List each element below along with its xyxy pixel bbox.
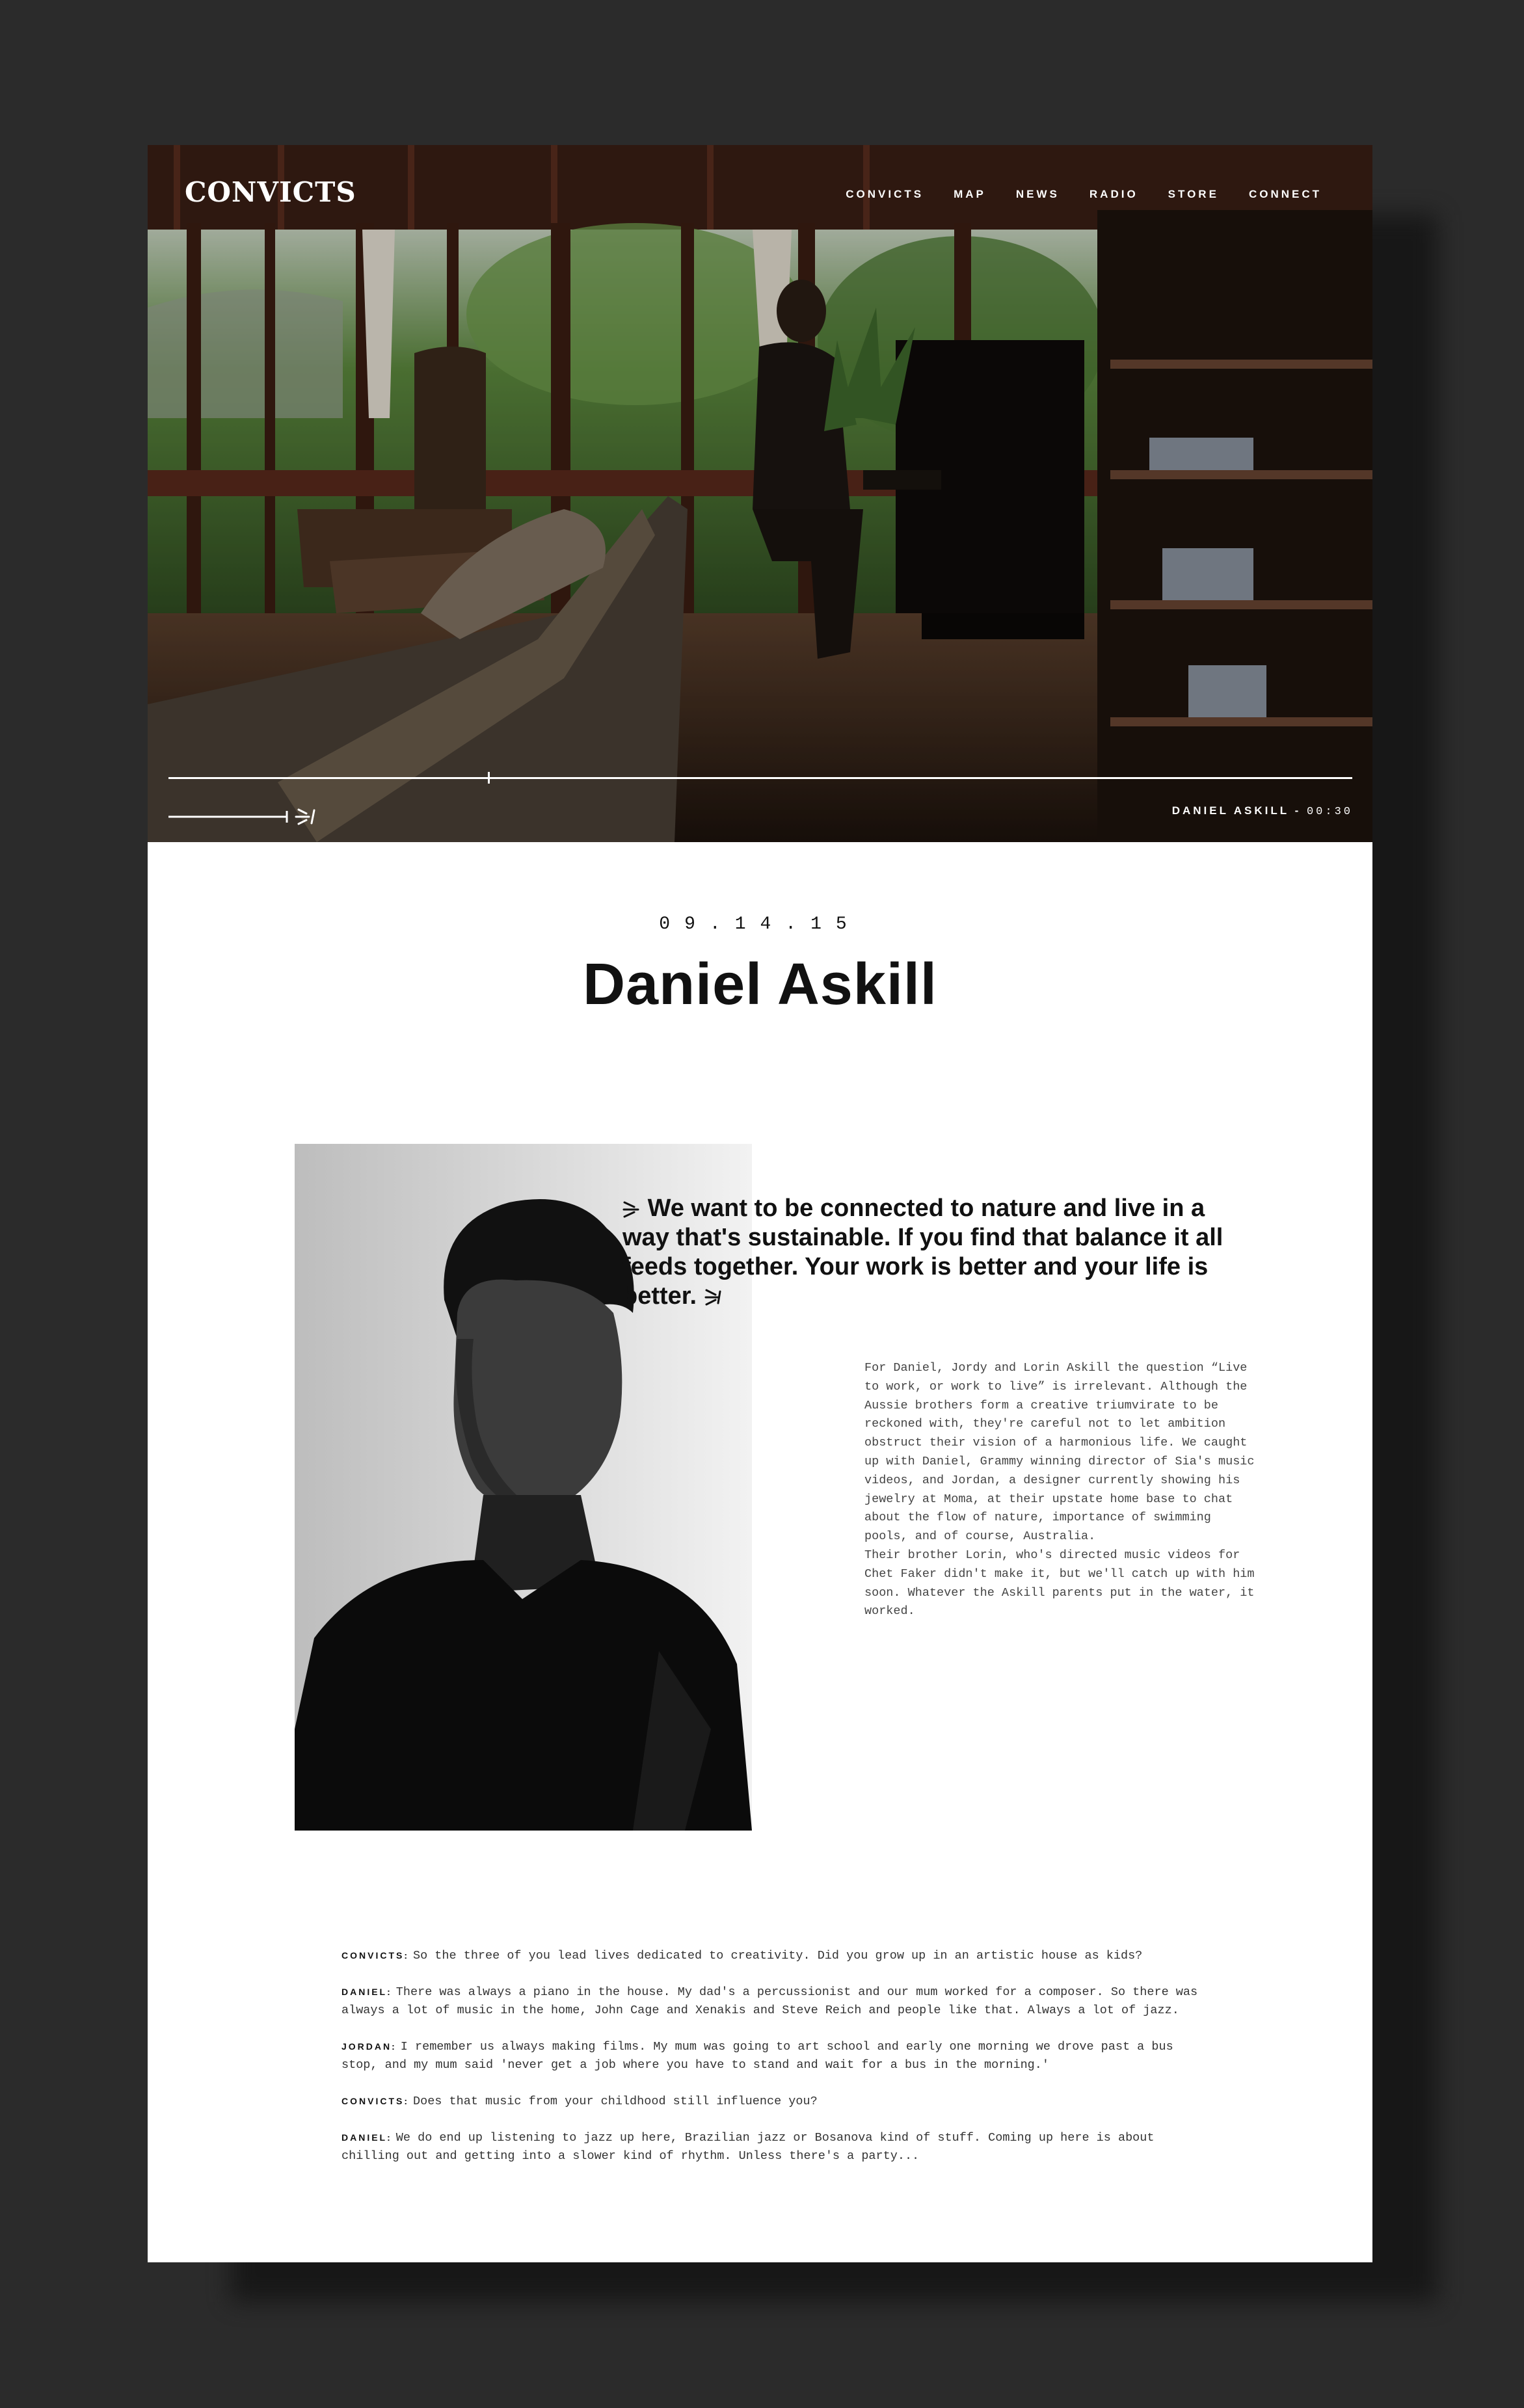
speaker-label: DANIEL:	[341, 1987, 392, 1997]
quote-open-icon	[622, 1201, 639, 1218]
main-nav: CONVICTS MAP NEWS RADIO STORE CONNECT	[846, 188, 1322, 201]
article-page: CONVICTS CONVICTS MAP NEWS RADIO STORE C…	[148, 145, 1372, 2262]
interview-entry: DANIEL: There was always a piano in the h…	[341, 1983, 1200, 2020]
speaker-label: CONVICTS:	[341, 1950, 409, 1961]
nav-connect[interactable]: CONNECT	[1249, 188, 1322, 201]
interview-text: There was always a piano in the house. M…	[341, 1985, 1198, 2017]
interview-entry: CONVICTS: Does that music from your child…	[341, 2092, 1200, 2111]
video-caption-time: 00:30	[1306, 806, 1353, 818]
intro-paragraph: Their brother Lorin, who's directed musi…	[864, 1548, 1255, 1619]
speaker-label: CONVICTS:	[341, 2096, 409, 2106]
quote-close-icon	[704, 1289, 721, 1306]
interview-entry: JORDAN: I remember us always making films…	[341, 2037, 1200, 2074]
volume-slider[interactable]	[168, 804, 325, 830]
intro-paragraph: For Daniel, Jordy and Lorin Askill the q…	[864, 1361, 1255, 1544]
pull-quote: We want to be connected to nature and li…	[622, 1194, 1227, 1311]
nav-store[interactable]: STORE	[1168, 188, 1219, 201]
interview-text: I remember us always making films. My mu…	[341, 2040, 1173, 2072]
nav-radio[interactable]: RADIO	[1090, 188, 1138, 201]
interview-entry: DANIEL: We do end up listening to jazz up…	[341, 2128, 1200, 2165]
nav-map[interactable]: MAP	[954, 188, 986, 201]
video-caption-name: DANIEL ASKILL -	[1171, 804, 1302, 817]
interview-entry: CONVICTS: So the three of you lead lives …	[341, 1946, 1200, 1965]
interview-text: We do end up listening to jazz up here, …	[341, 2131, 1155, 2163]
speaker-icon	[295, 808, 315, 825]
convicts-logo[interactable]: CONVICTS	[185, 176, 356, 208]
interview: CONVICTS: So the three of you lead lives …	[341, 1946, 1200, 2183]
speaker-label: DANIEL:	[341, 2132, 392, 2143]
article-date: 09.14.15	[659, 914, 861, 934]
video-progress-bar[interactable]	[168, 777, 1352, 779]
hero-video[interactable]: CONVICTS CONVICTS MAP NEWS RADIO STORE C…	[148, 145, 1372, 842]
hero-video-frame	[148, 145, 1372, 842]
article-title: Daniel Askill	[583, 952, 937, 1017]
video-caption: DANIEL ASKILL - 00:30	[1172, 804, 1353, 818]
nav-news[interactable]: NEWS	[1016, 188, 1060, 201]
speaker-label: JORDAN:	[341, 2041, 397, 2052]
video-progress-handle[interactable]	[488, 772, 490, 784]
nav-convicts[interactable]: CONVICTS	[846, 188, 924, 201]
interview-text: Does that music from your childhood stil…	[413, 2095, 818, 2108]
interview-text: So the three of you lead lives dedicated…	[413, 1949, 1143, 1963]
article-intro: For Daniel, Jordy and Lorin Askill the q…	[864, 1359, 1255, 1621]
